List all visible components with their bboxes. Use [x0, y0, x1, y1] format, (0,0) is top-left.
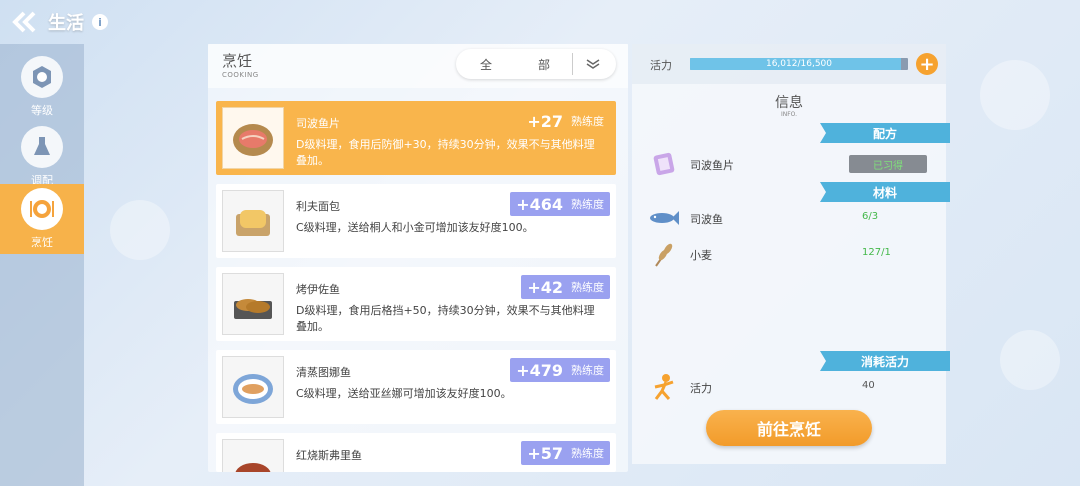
stamina-value: 16,012/16,500 [765, 59, 832, 69]
grilled-fish-icon [222, 273, 284, 335]
plate-cutlery-icon [21, 188, 63, 230]
recipe-name: 烤伊佐鱼 [296, 283, 340, 296]
go-cook-button[interactable]: 前往烹饪 [706, 410, 872, 446]
back-button[interactable] [8, 8, 40, 36]
recipe-name: 清蒸图娜鱼 [296, 366, 351, 379]
info-title: 信息 [775, 95, 803, 111]
fish-icon [648, 202, 680, 234]
learned-badge: 已习得 [849, 155, 927, 173]
stamina-cost-row: 活力 40 [632, 369, 946, 405]
materials-tag: 材料 [820, 182, 950, 202]
background-decoration [1000, 330, 1060, 390]
proficiency-badge: +42 熟练度 [521, 275, 610, 299]
sidebar-item-label: 烹饪 [31, 236, 53, 249]
material-count: 6/3 [862, 211, 879, 222]
stamina-cost-tag: 消耗活力 [820, 351, 950, 371]
sidebar-item-cooking[interactable]: 烹饪 [0, 184, 84, 254]
list-title: 烹饪 [222, 52, 253, 70]
recipe-name: 利夫面包 [296, 200, 340, 213]
stamina-bar-row: 活力 16,012/16,500 + [632, 44, 946, 84]
proficiency-value: +479 [516, 360, 563, 380]
info-icon[interactable]: i [92, 14, 108, 30]
recipe-name: 司波鱼片 [296, 117, 340, 130]
list-subtitle: COOKING [222, 71, 259, 79]
proficiency-unit: 熟练度 [571, 447, 604, 460]
proficiency-value: +27 [527, 111, 563, 131]
stamina-figure-icon [648, 371, 680, 403]
filter-label-left: 全 [479, 57, 492, 72]
recipe-description: D级料理，食用后防御+30，持续30分钟，效果不与其他料理叠加。 [296, 138, 595, 167]
recipe-item[interactable]: 利夫面包 C级料理，送给桐人和小金可增加该友好度100。 +464 熟练度 [216, 184, 616, 258]
chevron-down-icon[interactable] [573, 58, 613, 70]
proficiency-badge: +57 熟练度 [521, 441, 610, 465]
sidebar: 等级 调配 烹饪 [0, 44, 84, 486]
stamina-label: 活力 [650, 59, 672, 72]
recipe-name: 司波鱼片 [690, 159, 734, 172]
double-chevron-left-icon [12, 11, 36, 33]
proficiency-unit: 熟练度 [571, 115, 604, 128]
recipe-name: 红烧斯弗里鱼 [296, 449, 362, 462]
filter-dropdown[interactable]: 全 部 [456, 49, 616, 79]
fish-slices-icon [222, 107, 284, 169]
proficiency-unit: 熟练度 [571, 364, 604, 377]
proficiency-badge: +27 熟练度 [521, 109, 610, 133]
stamina-cost-name: 活力 [690, 382, 712, 395]
proficiency-value: +464 [516, 194, 563, 214]
proficiency-value: +57 [527, 443, 563, 463]
level-icon [21, 56, 63, 98]
recipe-description: D级料理，食用后格挡+50，持续30分钟，效果不与其他料理叠加。 [296, 304, 595, 333]
proficiency-badge: +479 熟练度 [510, 358, 610, 382]
proficiency-unit: 熟练度 [571, 198, 604, 211]
steamed-fish-icon [222, 356, 284, 418]
list-header: 烹饪 COOKING 全 部 [208, 44, 628, 88]
recipe-item[interactable]: 司波鱼片 D级料理，食用后防御+30，持续30分钟，效果不与其他料理叠加。 +2… [216, 101, 616, 175]
material-row: 小麦 127/1 [632, 236, 946, 272]
recipe-description: C级料理，送给亚丝娜可增加该友好度100。 [296, 387, 512, 400]
sidebar-item-mix[interactable]: 调配 [0, 122, 84, 192]
braised-fish-icon [222, 439, 284, 472]
recipe-list-panel: 烹饪 COOKING 全 部 司波鱼片 D级料理，食用后防御+30，持续30分钟… [208, 44, 628, 472]
material-name: 司波鱼 [690, 213, 723, 226]
recipe-scroll-icon [648, 148, 680, 180]
proficiency-badge: +464 熟练度 [510, 192, 610, 216]
page-title: 生活 [48, 13, 84, 34]
proficiency-unit: 熟练度 [571, 281, 604, 294]
filter-label-right: 部 [537, 57, 550, 72]
recipe-item[interactable]: 红烧斯弗里鱼 +57 熟练度 [216, 433, 616, 472]
wheat-icon [648, 238, 680, 270]
bread-icon [222, 190, 284, 252]
top-bar: 生活 i [8, 8, 108, 36]
background-decoration [980, 60, 1050, 130]
add-stamina-button[interactable]: + [916, 53, 938, 75]
sidebar-item-label: 等级 [31, 104, 53, 117]
background-decoration [110, 200, 170, 260]
info-panel: 活力 16,012/16,500 + 信息 INFO. 配方 司波鱼片 已习得 … [632, 44, 950, 464]
stamina-cost-value: 40 [862, 380, 875, 391]
material-name: 小麦 [690, 249, 712, 262]
recipe-item[interactable]: 烤伊佐鱼 D级料理，食用后格挡+50，持续30分钟，效果不与其他料理叠加。 +4… [216, 267, 616, 341]
recipe-item[interactable]: 清蒸图娜鱼 C级料理，送给亚丝娜可增加该友好度100。 +479 熟练度 [216, 350, 616, 424]
sidebar-item-level[interactable]: 等级 [0, 52, 84, 122]
recipe-tag: 配方 [820, 123, 950, 143]
recipe-description: C级料理，送给桐人和小金可增加该友好度100。 [296, 221, 534, 234]
material-count: 127/1 [862, 247, 891, 258]
flask-icon [21, 126, 63, 168]
material-row: 司波鱼 6/3 [632, 200, 946, 236]
info-subtitle: INFO. [780, 111, 798, 118]
proficiency-value: +42 [527, 277, 563, 297]
